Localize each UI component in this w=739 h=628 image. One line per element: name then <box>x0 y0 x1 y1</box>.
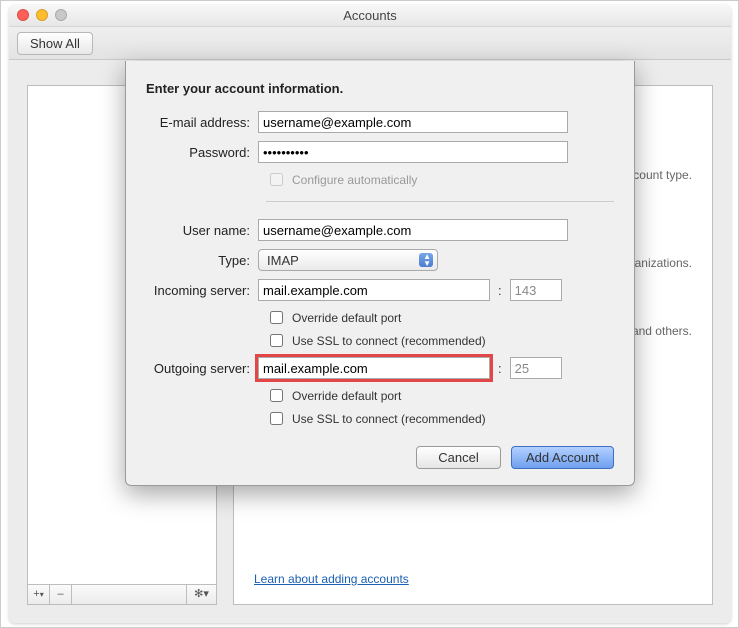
account-type-select[interactable]: IMAP ▲▼ <box>258 249 438 271</box>
window-title: Accounts <box>343 8 396 23</box>
incoming-label: Incoming server: <box>146 283 258 298</box>
show-all-button[interactable]: Show All <box>17 32 93 55</box>
outgoing-override-port-label: Override default port <box>292 389 401 403</box>
outgoing-ssl-label: Use SSL to connect (recommended) <box>292 412 486 426</box>
divider <box>266 201 614 202</box>
incoming-port-field[interactable] <box>510 279 562 301</box>
learn-link[interactable]: Learn about adding accounts <box>254 572 409 586</box>
outgoing-server-field[interactable] <box>258 357 490 379</box>
incoming-ssl-checkbox[interactable] <box>270 334 283 347</box>
email-label: E-mail address: <box>146 115 258 130</box>
sidebar-gear-menu[interactable]: ✻▾ <box>186 585 216 604</box>
preferences-window: Accounts Show All +▾ – ✻▾ … select <box>9 5 731 623</box>
username-label: User name: <box>146 223 258 238</box>
add-account-menu-button[interactable]: +▾ <box>28 585 50 604</box>
cancel-button[interactable]: Cancel <box>416 446 501 469</box>
incoming-ssl-label: Use SSL to connect (recommended) <box>292 334 486 348</box>
outgoing-ssl-checkbox[interactable] <box>270 412 283 425</box>
outgoing-label: Outgoing server: <box>146 361 258 376</box>
password-label: Password: <box>146 145 258 160</box>
outgoing-port-field[interactable] <box>510 357 562 379</box>
toolbar: Show All <box>9 27 731 60</box>
outgoing-override-port-checkbox[interactable] <box>270 389 283 402</box>
titlebar: Accounts <box>9 5 731 27</box>
incoming-override-port-checkbox[interactable] <box>270 311 283 324</box>
email-field[interactable] <box>258 111 568 133</box>
chevron-updown-icon: ▲▼ <box>423 253 431 267</box>
account-setup-sheet: Enter your account information. E-mail a… <box>125 61 635 486</box>
configure-auto-label: Configure automatically <box>292 173 417 187</box>
type-label: Type: <box>146 253 258 268</box>
sheet-heading: Enter your account information. <box>146 81 614 96</box>
add-account-button[interactable]: Add Account <box>511 446 614 469</box>
configure-auto-checkbox <box>270 173 283 186</box>
username-field[interactable] <box>258 219 568 241</box>
remove-account-button[interactable]: – <box>50 585 72 604</box>
gear-icon: ✻▾ <box>194 588 209 600</box>
zoom-window-button <box>55 9 67 21</box>
incoming-override-port-label: Override default port <box>292 311 401 325</box>
minimize-window-button[interactable] <box>36 9 48 21</box>
incoming-server-field[interactable] <box>258 279 490 301</box>
password-field[interactable] <box>258 141 568 163</box>
close-window-button[interactable] <box>17 9 29 21</box>
